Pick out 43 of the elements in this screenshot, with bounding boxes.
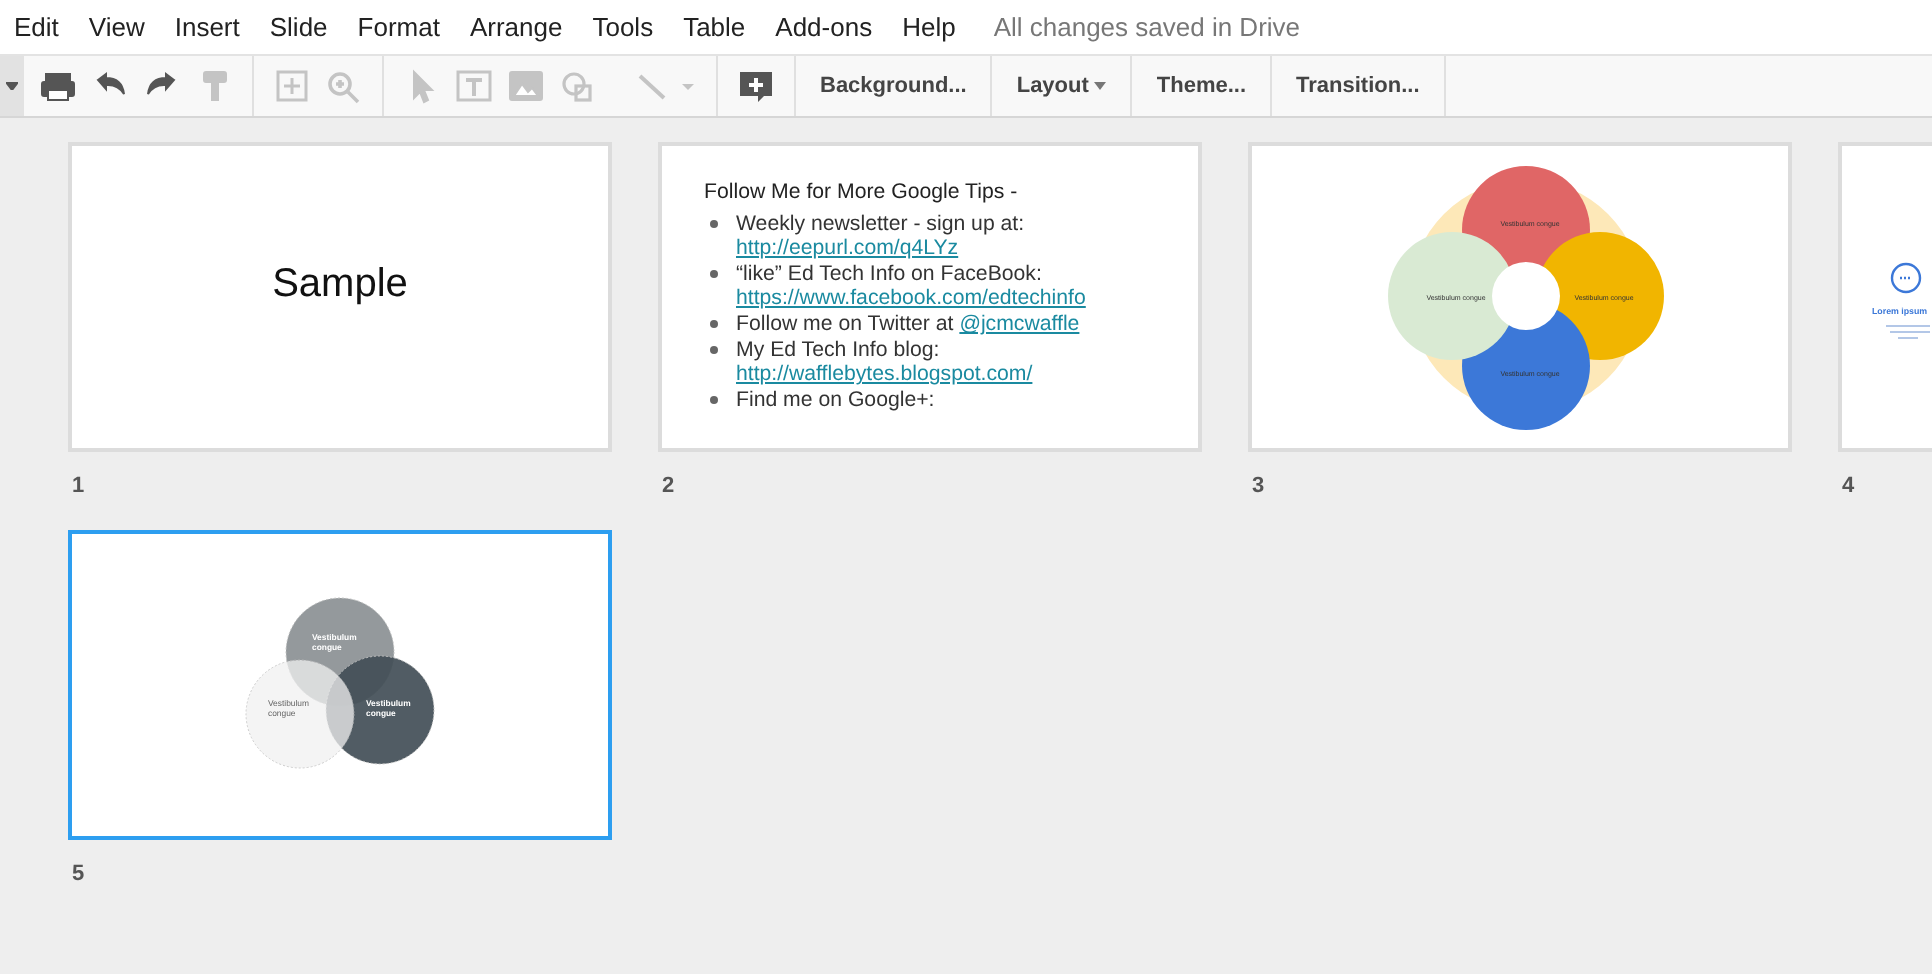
toolbar-button[interactable]: Background... bbox=[808, 74, 979, 98]
save-status: All changes saved in Drive bbox=[993, 12, 1301, 42]
menu-item[interactable]: Arrange bbox=[469, 12, 563, 42]
toolbar-button[interactable]: Theme... bbox=[1144, 74, 1259, 98]
toolbar-button[interactable]: Layout bbox=[1004, 74, 1119, 98]
more-circle-icon bbox=[1890, 262, 1922, 294]
menu-item[interactable]: Format bbox=[357, 12, 440, 42]
menu-item[interactable]: Edit bbox=[14, 12, 59, 42]
slide-heading: Follow Me for More Google Tips - bbox=[704, 180, 1020, 206]
slide-number: 5 bbox=[70, 862, 87, 886]
menu-item[interactable]: View bbox=[88, 12, 145, 42]
bullet-text: My Ed Tech Info blog: bbox=[736, 337, 940, 362]
toolbar-button[interactable]: Transition... bbox=[1284, 74, 1432, 98]
link[interactable]: https://www.facebook.com/edtechinfo bbox=[736, 286, 1086, 311]
bullet-text: “like” Ed Tech Info on FaceBook: bbox=[736, 261, 1042, 286]
bullet-icon bbox=[710, 345, 718, 354]
menu-item[interactable]: Tools bbox=[592, 12, 654, 42]
slide-number: 4 bbox=[1840, 474, 1857, 498]
paragraph-lines-drawing bbox=[1886, 324, 1930, 344]
menu-item[interactable]: Help bbox=[902, 12, 956, 42]
slide-thumbnail[interactable] bbox=[658, 142, 1202, 452]
bullet-icon bbox=[710, 319, 718, 328]
bullet-text: Weekly newsletter - sign up at: bbox=[736, 211, 1025, 236]
bullet-icon bbox=[710, 269, 718, 278]
link[interactable]: http://eepurl.com/q4LYz bbox=[736, 236, 959, 261]
bullet-icon bbox=[710, 219, 718, 228]
menu-item[interactable]: Table bbox=[683, 12, 746, 42]
print-icon[interactable] bbox=[36, 68, 80, 104]
bullet-icon bbox=[710, 395, 718, 404]
caret-icon[interactable] bbox=[0, 56, 24, 116]
slide-thumbnail[interactable]: Sample bbox=[68, 142, 612, 452]
menu-item[interactable]: Insert bbox=[174, 12, 240, 42]
slide-number: 3 bbox=[1250, 474, 1267, 498]
menu-item[interactable]: Slide bbox=[269, 12, 328, 42]
bullet-text: Find me on Google+: bbox=[736, 387, 935, 412]
menu-item[interactable]: Add-ons bbox=[775, 12, 873, 42]
link[interactable]: @jcmcwaffle bbox=[959, 311, 1080, 336]
add-comment-icon[interactable] bbox=[734, 68, 778, 104]
slide-number: 2 bbox=[660, 474, 677, 498]
bullet-text: Follow me on Twitter at bbox=[736, 311, 954, 336]
slide-title: Sample bbox=[270, 262, 410, 308]
slide-number: 1 bbox=[70, 474, 87, 498]
link[interactable]: http://wafflebytes.blogspot.com/ bbox=[736, 362, 1033, 387]
